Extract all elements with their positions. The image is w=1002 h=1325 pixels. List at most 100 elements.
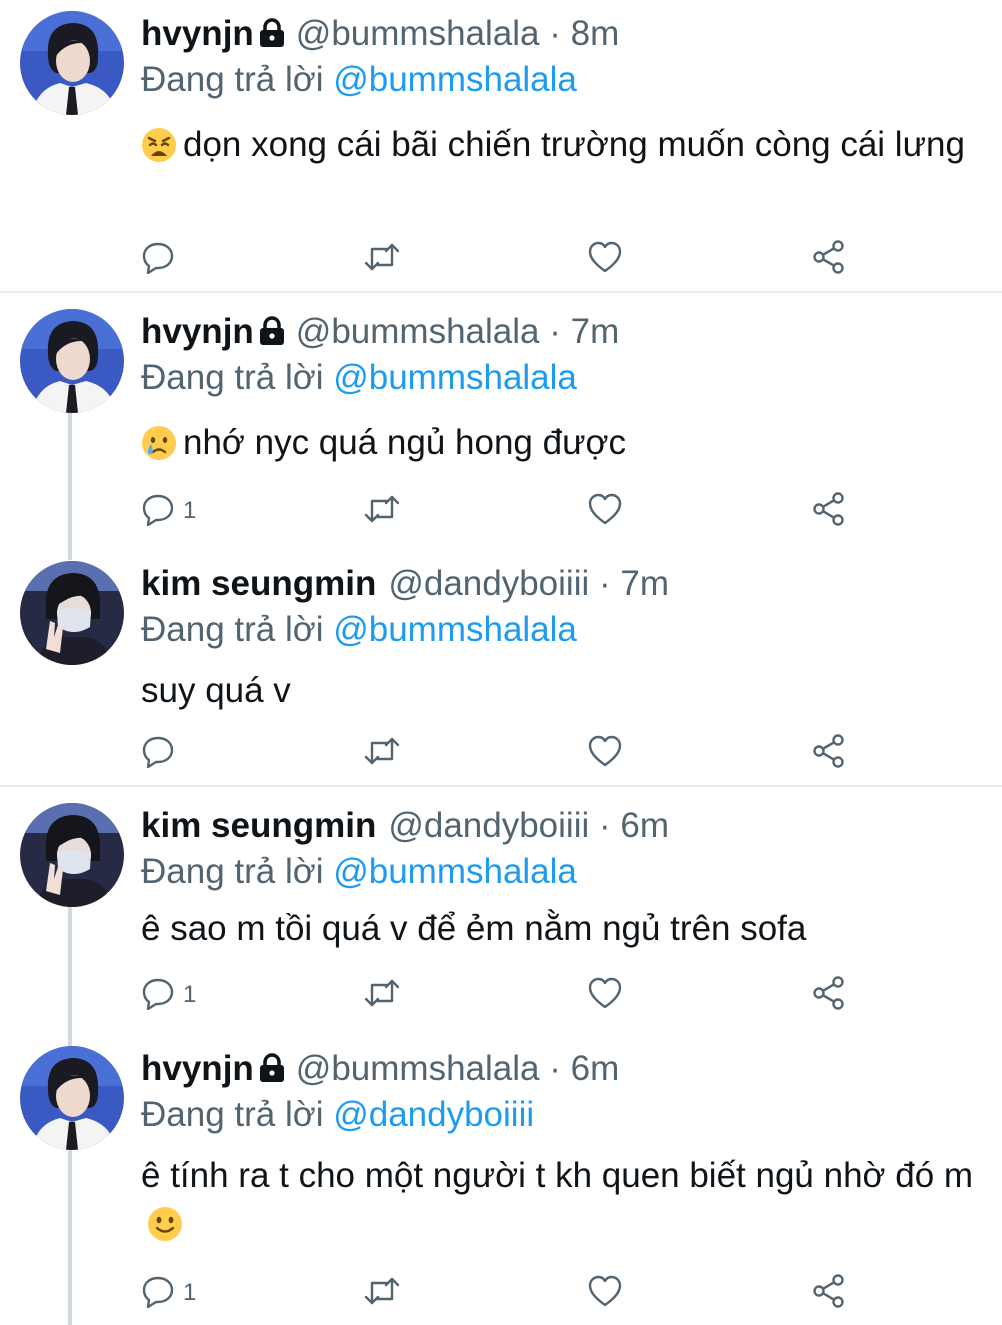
replying-prefix: Đang trả lời [141,358,324,397]
tweet-text-content: ê tính ra t cho một người t kh quen biết… [141,1156,974,1195]
tweet-text-content: ê sao m tồi quá v để ẻm nằm ngủ trên sof… [141,909,807,948]
reply-button[interactable] [141,239,183,279]
retweet-button[interactable] [363,975,401,1015]
heart-icon [587,240,623,279]
retweet-button[interactable] [363,1273,401,1313]
share-icon [811,1273,847,1314]
separator: · [549,1049,561,1088]
retweet-button[interactable] [363,239,401,279]
like-button[interactable] [587,733,623,773]
mention-link[interactable]: @bummshalala [333,852,577,891]
tweet-actions: 1 [141,1273,861,1313]
tweet-actions: 1 [141,491,861,531]
tweet[interactable]: hvynjn @bummshalala · 6m Đang trả lời @da… [0,1031,1002,1325]
separator: · [549,14,561,53]
tweet-text-content: dọn xong cái bãi chiến trường muốn còng … [183,125,965,164]
avatar[interactable] [20,1046,124,1150]
tweet-text-content: nhớ nyc quá ngủ hong được [183,423,626,462]
timestamp[interactable]: 6m [620,806,669,845]
reply-button[interactable]: 1 [141,491,196,531]
weary-face-emoji [141,127,177,176]
mention-link[interactable]: @bummshalala [333,358,577,397]
retweet-button[interactable] [363,491,401,531]
reply-count: 1 [183,1279,197,1306]
like-button[interactable] [587,491,623,531]
lock-icon [258,14,286,60]
tweet-actions [141,239,861,279]
like-button[interactable] [587,1273,623,1313]
tweet[interactable]: hvynjn @bummshalala · 8m Đang trả lời @bu… [0,0,1002,291]
replying-to: Đang trả lời @bummshalala [141,57,992,103]
tweet-text-content: suy quá v [141,671,291,710]
mention-link[interactable]: @bummshalala [333,60,577,99]
retweet-icon [363,1274,401,1313]
lock-icon [258,312,286,358]
reply-count: 1 [183,981,197,1008]
tweet-actions [141,733,861,773]
tweet-header: hvynjn @bummshalala · 6m [141,1046,992,1092]
mention-link[interactable]: @dandyboiiii [333,1095,534,1134]
timestamp[interactable]: 8m [571,14,620,53]
like-button[interactable] [587,239,623,279]
tweet-content: kim seungmin @dandyboiiii · 7m Đang trả l… [141,561,992,715]
display-name[interactable]: hvynjn [141,14,254,53]
reply-icon [141,240,175,279]
tweet-content: hvynjn @bummshalala · 7m Đang trả lời @bu… [141,309,992,474]
reply-button[interactable]: 1 [141,975,196,1015]
replying-prefix: Đang trả lời [141,852,324,891]
tweet-content: kim seungmin @dandyboiiii · 6m Đang trả l… [141,803,992,953]
display-name[interactable]: hvynjn [141,1049,254,1088]
user-handle[interactable]: @bummshalala [296,312,540,351]
retweet-icon [363,240,401,279]
separator: · [599,806,611,845]
slightly-smiling-face-emoji [147,1206,183,1255]
tweet-text: suy quá v [141,667,992,715]
like-button[interactable] [587,975,623,1015]
avatar[interactable] [20,803,124,907]
separator: · [599,564,611,603]
tweet[interactable]: kim seungmin @dandyboiiii · 7m Đang trả l… [0,547,1002,785]
reply-icon [141,734,175,773]
tweet-content: hvynjn @bummshalala · 8m Đang trả lời @bu… [141,11,992,176]
retweet-button[interactable] [363,733,401,773]
tweet-actions: 1 [141,975,861,1015]
share-button[interactable] [811,491,847,531]
share-icon [811,491,847,532]
user-handle[interactable]: @dandyboiiii [388,564,589,603]
timestamp[interactable]: 7m [620,564,669,603]
user-handle[interactable]: @bummshalala [296,1049,540,1088]
avatar[interactable] [20,11,124,115]
tweet-text: ê sao m tồi quá v để ẻm nằm ngủ trên sof… [141,905,992,953]
retweet-icon [363,734,401,773]
display-name[interactable]: kim seungmin [141,564,376,603]
lock-icon [258,1049,286,1095]
share-icon [811,733,847,774]
tweet[interactable]: kim seungmin @dandyboiiii · 6m Đang trả l… [0,787,1002,1031]
share-button[interactable] [811,733,847,773]
user-handle[interactable]: @dandyboiiii [388,806,589,845]
tweet-text: dọn xong cái bãi chiến trường muốn còng … [141,121,992,176]
heart-icon [587,492,623,531]
heart-icon [587,976,623,1015]
share-icon [811,975,847,1016]
reply-button[interactable]: 1 [141,1273,196,1313]
avatar[interactable] [20,309,124,413]
timestamp[interactable]: 7m [571,312,620,351]
display-name[interactable]: hvynjn [141,312,254,351]
share-button[interactable] [811,1273,847,1313]
share-button[interactable] [811,975,847,1015]
timestamp[interactable]: 6m [571,1049,620,1088]
user-handle[interactable]: @bummshalala [296,14,540,53]
display-name[interactable]: kim seungmin [141,806,376,845]
share-icon [811,239,847,280]
replying-prefix: Đang trả lời [141,1095,324,1134]
retweet-icon [363,492,401,531]
avatar[interactable] [20,561,124,665]
tweet-header: kim seungmin @dandyboiiii · 6m [141,803,992,849]
replying-to: Đang trả lời @bummshalala [141,607,992,653]
reply-button[interactable] [141,733,183,773]
tweet-text: nhớ nyc quá ngủ hong được [141,419,992,474]
tweet[interactable]: hvynjn @bummshalala · 7m Đang trả lời @bu… [0,293,1002,547]
share-button[interactable] [811,239,847,279]
mention-link[interactable]: @bummshalala [333,610,577,649]
